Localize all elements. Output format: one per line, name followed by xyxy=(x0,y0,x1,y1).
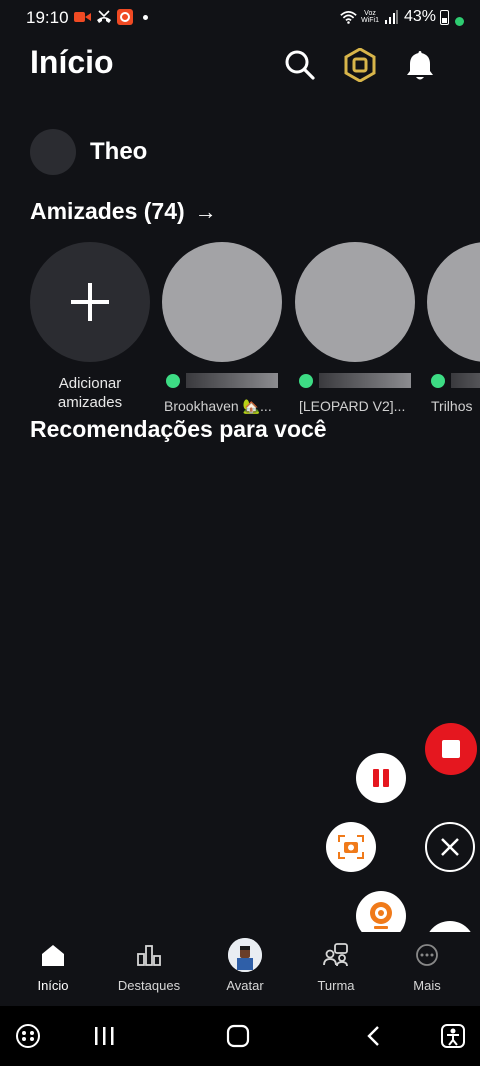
robux-icon xyxy=(344,48,376,82)
online-status-dot xyxy=(299,373,313,388)
pause-recording-button[interactable] xyxy=(356,753,406,803)
nav-item-avatar[interactable]: Avatar xyxy=(200,938,290,993)
search-button[interactable] xyxy=(281,46,319,84)
group-icon xyxy=(323,943,348,967)
notification-icons xyxy=(74,9,148,25)
more-notifications-dot xyxy=(143,14,148,20)
nav-label: Avatar xyxy=(226,978,264,993)
friend-avatar[interactable] xyxy=(427,242,480,362)
wifi-icon xyxy=(340,9,357,25)
system-status: Voz WiFi1 43% xyxy=(340,8,464,26)
robux-button[interactable] xyxy=(341,46,379,84)
add-friends-label: Adicionar amizades xyxy=(57,375,123,411)
add-friends-item[interactable]: Adicionar amizades xyxy=(30,242,150,412)
online-status-dot xyxy=(431,373,445,388)
friend-name-redacted xyxy=(186,373,278,388)
app-notification-icon xyxy=(116,9,133,25)
online-status-dot xyxy=(166,373,180,388)
close-recorder-button[interactable] xyxy=(425,822,475,872)
pause-icon xyxy=(373,769,389,787)
missed-call-icon xyxy=(95,9,112,25)
chart-icon xyxy=(137,945,161,966)
stop-recording-button[interactable] xyxy=(425,723,477,775)
camera-icon xyxy=(338,835,364,859)
notifications-button[interactable] xyxy=(401,46,439,84)
stop-icon xyxy=(442,740,460,758)
friend-game-label: Trilhos xyxy=(431,398,473,414)
accessibility-icon xyxy=(441,1024,465,1048)
friends-header[interactable]: Amizades (74) → xyxy=(30,198,217,225)
privacy-indicator-dot xyxy=(455,17,464,26)
video-record-icon xyxy=(74,9,91,25)
webcam-icon xyxy=(370,902,392,929)
more-icon xyxy=(416,944,438,966)
friends-title[interactable]: Amizades (74) xyxy=(30,198,185,225)
nav-item-destaques[interactable]: Destaques xyxy=(104,938,194,993)
nav-label: Turma xyxy=(317,978,355,993)
friend-game-label: [LEOPARD V2]... xyxy=(299,398,406,414)
accessibility-button[interactable] xyxy=(437,1020,469,1052)
friend-status-row xyxy=(295,373,415,388)
close-icon xyxy=(441,838,459,856)
nav-label: Início xyxy=(37,978,69,993)
wifi-call-label: WiFi1 xyxy=(361,17,379,24)
plus-icon xyxy=(71,283,109,321)
recent-apps-button[interactable] xyxy=(88,1020,120,1052)
system-nav-bar xyxy=(0,1006,480,1066)
back-icon xyxy=(367,1026,379,1046)
page-title: Início xyxy=(30,44,114,80)
home-icon xyxy=(42,945,64,966)
friend-status-row xyxy=(427,373,480,388)
avatar-icon xyxy=(228,938,262,972)
friend-name-redacted xyxy=(451,373,480,388)
nav-item-home[interactable]: Início xyxy=(8,938,98,993)
friend-game-label: Brookhaven 🏡... xyxy=(164,398,272,414)
nav-item-turma[interactable]: Turma xyxy=(291,938,381,993)
nav-item-mais[interactable]: Mais xyxy=(382,938,472,993)
friend-card-partial[interactable]: Trilhos xyxy=(427,242,480,422)
bottom-nav: Início Destaques Avatar Turma Mais xyxy=(0,932,480,1006)
gamepad-icon xyxy=(16,1024,40,1048)
friend-status-row xyxy=(162,373,282,388)
home-circle-icon xyxy=(226,1024,250,1048)
friend-avatar[interactable] xyxy=(295,242,415,362)
home-button[interactable] xyxy=(222,1020,254,1052)
status-bar: 19:10 Voz WiFi1 43% xyxy=(0,0,480,36)
friend-card[interactable]: Brookhaven 🏡... xyxy=(162,242,282,415)
bell-icon xyxy=(407,51,433,80)
voz-label: Voz xyxy=(364,10,376,17)
avatar[interactable] xyxy=(30,129,76,175)
recommendations-title: Recomendações para você xyxy=(30,416,327,442)
profile-row[interactable]: Theo xyxy=(30,129,147,175)
voz-wifi-label: Voz WiFi1 xyxy=(361,10,379,24)
back-button[interactable] xyxy=(357,1020,389,1052)
friend-name-redacted xyxy=(319,373,411,388)
status-time: 19:10 xyxy=(26,8,69,27)
game-tools-button[interactable] xyxy=(12,1020,44,1052)
signal-icon xyxy=(383,9,400,25)
search-icon xyxy=(285,50,315,80)
friend-card[interactable]: [LEOPARD V2]... xyxy=(295,242,415,414)
battery-icon xyxy=(440,9,449,25)
battery-percent: 43% xyxy=(403,8,436,25)
screenshot-button[interactable] xyxy=(326,822,376,872)
add-friends-button[interactable] xyxy=(30,242,150,362)
nav-label: Mais xyxy=(413,978,441,993)
friend-avatar[interactable] xyxy=(162,242,282,362)
nav-label: Destaques xyxy=(117,978,181,993)
recent-apps-icon xyxy=(95,1027,114,1045)
profile-name[interactable]: Theo xyxy=(90,138,147,166)
arrow-right-icon[interactable]: → xyxy=(195,199,217,225)
